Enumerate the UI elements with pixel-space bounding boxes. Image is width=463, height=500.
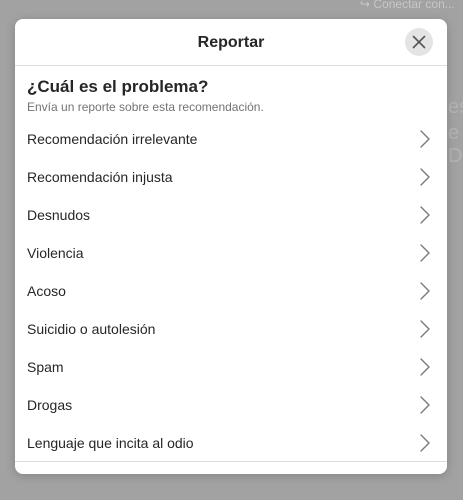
reason-label: Recomendación irrelevante <box>27 131 198 147</box>
reason-item[interactable]: Violencia <box>15 234 447 272</box>
chevron-right-icon <box>420 244 430 262</box>
reason-label: Desnudos <box>27 207 91 223</box>
close-button[interactable] <box>405 28 433 56</box>
question-subtitle: Envía un reporte sobre esta recomendació… <box>27 100 264 114</box>
close-icon <box>412 35 426 49</box>
reason-label: Spam <box>27 359 64 375</box>
reason-label: Drogas <box>27 397 73 413</box>
bottom-divider <box>15 461 447 462</box>
reason-label: Violencia <box>27 245 84 261</box>
reason-list: Recomendación irrelevante Recomendación … <box>15 120 447 462</box>
background-link-text: ↪ Conectar con... <box>360 0 455 11</box>
reason-label: Recomendación injusta <box>27 169 173 185</box>
chevron-right-icon <box>420 320 430 338</box>
reason-label: Lenguaje que incita al odio <box>27 435 194 451</box>
reason-item[interactable]: Desnudos <box>15 196 447 234</box>
report-dialog: Reportar ¿Cuál es el problema? Envía un … <box>15 19 447 474</box>
reason-item[interactable]: Recomendación irrelevante <box>15 120 447 158</box>
chevron-right-icon <box>420 396 430 414</box>
reason-item[interactable]: Lenguaje que incita al odio <box>15 424 447 462</box>
chevron-right-icon <box>420 130 430 148</box>
reason-item[interactable]: Drogas <box>15 386 447 424</box>
question-heading: ¿Cuál es el problema? <box>27 77 209 96</box>
reason-item[interactable]: Acoso <box>15 272 447 310</box>
dialog-title: Reportar <box>197 34 265 51</box>
reason-item[interactable]: Spam <box>15 348 447 386</box>
chevron-right-icon <box>420 358 430 376</box>
reason-label: Acoso <box>27 283 66 299</box>
dialog-header: Reportar <box>15 19 447 66</box>
reason-label: Suicidio o autolesión <box>27 321 156 337</box>
background-heading-fragment: es <box>448 96 463 118</box>
chevron-right-icon <box>420 168 430 186</box>
chevron-right-icon <box>420 434 430 452</box>
chevron-right-icon <box>420 282 430 300</box>
reason-item[interactable]: Recomendación injusta <box>15 158 447 196</box>
background-heading-fragment: e D <box>448 122 463 167</box>
chevron-right-icon <box>420 206 430 224</box>
reason-item[interactable]: Suicidio o autolesión <box>15 310 447 348</box>
